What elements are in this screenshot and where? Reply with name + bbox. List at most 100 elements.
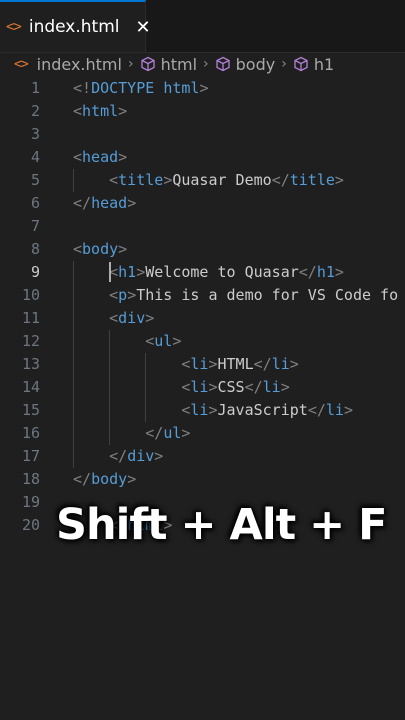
tag-name: DOCTYPE [91,79,155,97]
line-number: 17 [21,447,40,465]
code-line[interactable]: 10 <p>This is a demo for VS Code fo [0,284,405,307]
indent-guide [73,261,74,468]
code-text: <li>CSS</li> [73,376,289,399]
line-number: 5 [30,171,40,189]
breadcrumb: <> index.html › html › body › h1 [0,52,405,76]
tag-name: li [271,355,290,373]
code-line[interactable]: 16 </ul> [0,422,405,445]
line-number: 20 [21,516,40,534]
tag-bracket: > [199,79,209,97]
chevron-right-icon: › [203,56,209,72]
text-token: Welcome to Quasar [145,263,299,281]
tag-bracket: > [343,401,353,419]
code-text: <li>JavaScript</li> [73,399,353,422]
tag-name: div [127,447,155,465]
code-line[interactable]: 6 </head> [0,192,405,215]
code-text: <div> [73,307,154,330]
tag-bracket: < [73,240,83,258]
code-editor[interactable]: 1 <!DOCTYPE html> 2 <html> 3 4 <head> 5 <title>… [0,77,405,720]
code-line[interactable]: 15 <li>JavaScript</li> [0,399,405,422]
tag-bracket: </ [73,194,92,212]
tag-bracket: > [127,286,137,304]
breadcrumb-item-body[interactable]: body [236,55,276,74]
code-line[interactable]: 4 <head> [0,146,405,169]
chevron-right-icon: › [127,56,134,72]
tag-name: h1 [118,263,137,281]
close-icon[interactable]: ✕ [136,17,151,38]
breadcrumb-item-html[interactable]: html [161,55,197,74]
cube-icon [293,56,309,72]
tag-bracket: > [163,171,173,189]
line-number: 9 [30,263,40,281]
breadcrumb-item-file[interactable]: index.html [37,55,122,74]
code-text: <head> [73,146,127,169]
tag-name: ul [154,332,173,350]
code-line[interactable]: 13 <li>HTML</li> [0,353,405,376]
code-line[interactable]: 2 <html> [0,100,405,123]
tag-name: li [190,355,209,373]
tag-name: html [82,102,119,120]
code-line[interactable]: 8 <body> [0,238,405,261]
cube-icon [140,56,156,72]
caption-overlay: Shift + Alt + F [56,500,387,550]
text-cursor [109,262,112,282]
code-line[interactable]: 5 <title>Quasar Demo</title> [0,169,405,192]
tag-bracket: </ [271,171,290,189]
code-text: </body> [73,468,136,491]
code-line[interactable]: 12 <ul> [0,330,405,353]
code-line[interactable]: 11 <div> [0,307,405,330]
code-text: </ul> [73,422,190,445]
tag-bracket: > [289,355,299,373]
line-number: 6 [30,194,40,212]
tag-bracket: > [145,309,155,327]
tag-name: body [82,240,119,258]
code-text: <li>HTML</li> [73,353,299,376]
code-text: <html> [73,100,127,123]
tag-bracket: > [208,378,218,396]
tag-bracket: < [73,102,83,120]
tag-bracket: > [118,148,128,166]
code-line[interactable]: 17 </div> [0,445,405,468]
code-line[interactable]: 14 <li>CSS</li> [0,376,405,399]
tag-name: ul [163,424,182,442]
tag-bracket: > [127,194,137,212]
tag-bracket: </ [109,447,128,465]
text-token: HTML [217,355,254,373]
code-line[interactable]: 18 </body> [0,468,405,491]
tag-name: html [163,79,200,97]
breadcrumb-item-h1[interactable]: h1 [314,55,334,74]
tab-index-html[interactable]: <> index.html ✕ [0,0,151,52]
line-number: 14 [21,378,40,396]
code-line[interactable]: 1 <!DOCTYPE html> [0,77,405,100]
line-number: 19 [21,493,40,511]
tag-bracket: > [208,355,218,373]
code-line[interactable]: 7 [0,215,405,238]
code-line[interactable]: 9 <h1>Welcome to Quasar</h1> [0,261,405,284]
code-text: <p>This is a demo for VS Code fo [73,284,398,307]
code-text: <h1>Welcome to Quasar</h1> [73,261,344,284]
tag-name: div [118,309,146,327]
line-number: 2 [30,102,40,120]
html-file-icon: <> [14,56,29,72]
line-number: 8 [30,240,40,258]
text-token: JavaScript [217,401,308,419]
code-line[interactable]: 3 [0,123,405,146]
tag-name: li [190,378,209,396]
tag-name: body [91,470,128,488]
tag-name: h1 [316,263,335,281]
tag-bracket: </ [244,378,263,396]
indent-guide [145,353,147,422]
tag-bracket: </ [253,355,272,373]
tag-bracket: <! [73,79,92,97]
tag-name: li [325,401,344,419]
code-text: <!DOCTYPE html> [73,77,208,100]
tag-bracket: > [334,171,344,189]
code-text: <body> [73,238,127,261]
line-number: 18 [21,470,40,488]
code-text: </div> [73,445,163,468]
